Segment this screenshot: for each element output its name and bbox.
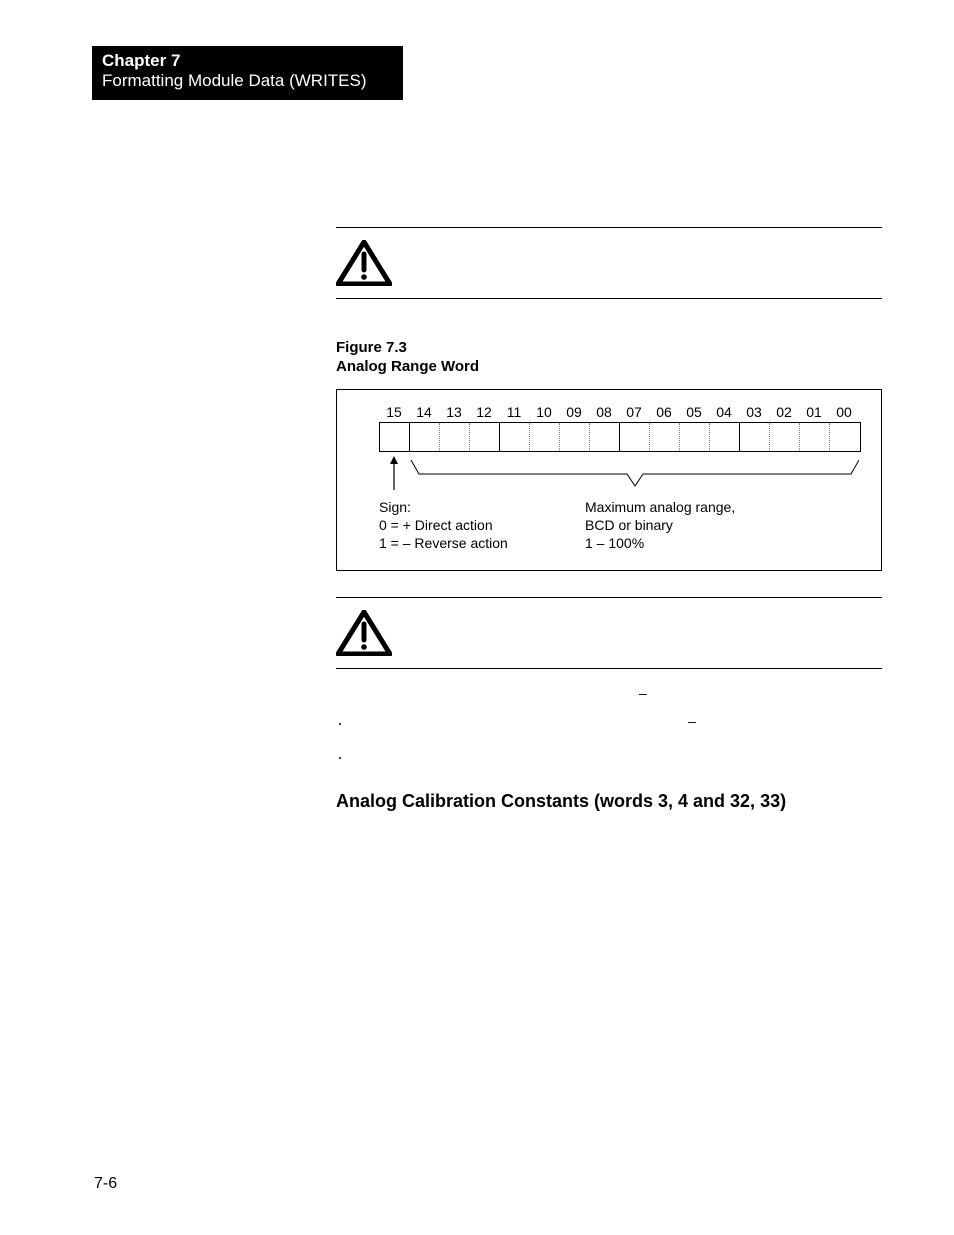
bit-label: 12: [469, 404, 499, 420]
bit-label: 04: [709, 404, 739, 420]
sign-label-line: 0 = + Direct action: [379, 516, 579, 534]
sign-label-line: Sign:: [379, 498, 579, 516]
bullet-text: [350, 713, 354, 729]
bit-label: 00: [829, 404, 859, 420]
diagram-pointers: [379, 456, 859, 496]
bit-label: 09: [559, 404, 589, 420]
bit-label: 07: [619, 404, 649, 420]
warning-icon: [336, 610, 392, 656]
bit-label: 08: [589, 404, 619, 420]
bit-label: 03: [739, 404, 769, 420]
subsection-heading: Analog Calibration Constants (words 3, 4…: [336, 791, 882, 812]
range-label-line: Maximum analog range,: [585, 498, 735, 516]
bit-label: 11: [499, 404, 529, 420]
bit-label: 02: [769, 404, 799, 420]
word-box: [379, 422, 861, 452]
sign-label-line: 1 = – Reverse action: [379, 534, 579, 552]
figure-title: Analog Range Word: [336, 358, 882, 377]
bit-numbers-row: 15 14 13 12 11 10 09 08 07 06 05 04 03 0…: [379, 404, 865, 420]
bit-label: 06: [649, 404, 679, 420]
chapter-number: Chapter 7: [102, 52, 393, 71]
range-label-line: 1 – 100%: [585, 534, 735, 552]
chapter-header: Chapter 7 Formatting Module Data (WRITES…: [92, 46, 403, 100]
dash-mark: –: [688, 713, 696, 729]
bit-label: 15: [379, 404, 409, 420]
figure-number: Figure 7.3: [336, 339, 882, 358]
lead-text: [336, 685, 340, 701]
warning-icon: [336, 240, 392, 286]
sign-label-block: Sign: 0 = + Direct action 1 = – Reverse …: [379, 498, 579, 553]
rule: [336, 668, 882, 669]
range-label-block: Maximum analog range, BCD or binary 1 – …: [585, 498, 735, 553]
warning-block: [336, 228, 882, 298]
figure-caption: Figure 7.3 Analog Range Word: [336, 339, 882, 377]
range-label-line: BCD or binary: [585, 516, 735, 534]
chapter-title: Formatting Module Data (WRITES): [102, 71, 393, 91]
warning-block: [336, 598, 882, 668]
post-warning-text: – –: [336, 685, 882, 763]
dash-mark: –: [639, 685, 647, 701]
bit-diagram: 15 14 13 12 11 10 09 08 07 06 05 04 03 0…: [336, 389, 882, 572]
bit-label: 13: [439, 404, 469, 420]
rule: [336, 298, 882, 299]
bit-label: 05: [679, 404, 709, 420]
content-column: Figure 7.3 Analog Range Word 15 14 13 12…: [336, 227, 882, 812]
bullet-text: [350, 747, 354, 763]
page-number: 7-6: [94, 1175, 117, 1193]
bit-label: 10: [529, 404, 559, 420]
bit-label: 01: [799, 404, 829, 420]
bit-label: 14: [409, 404, 439, 420]
